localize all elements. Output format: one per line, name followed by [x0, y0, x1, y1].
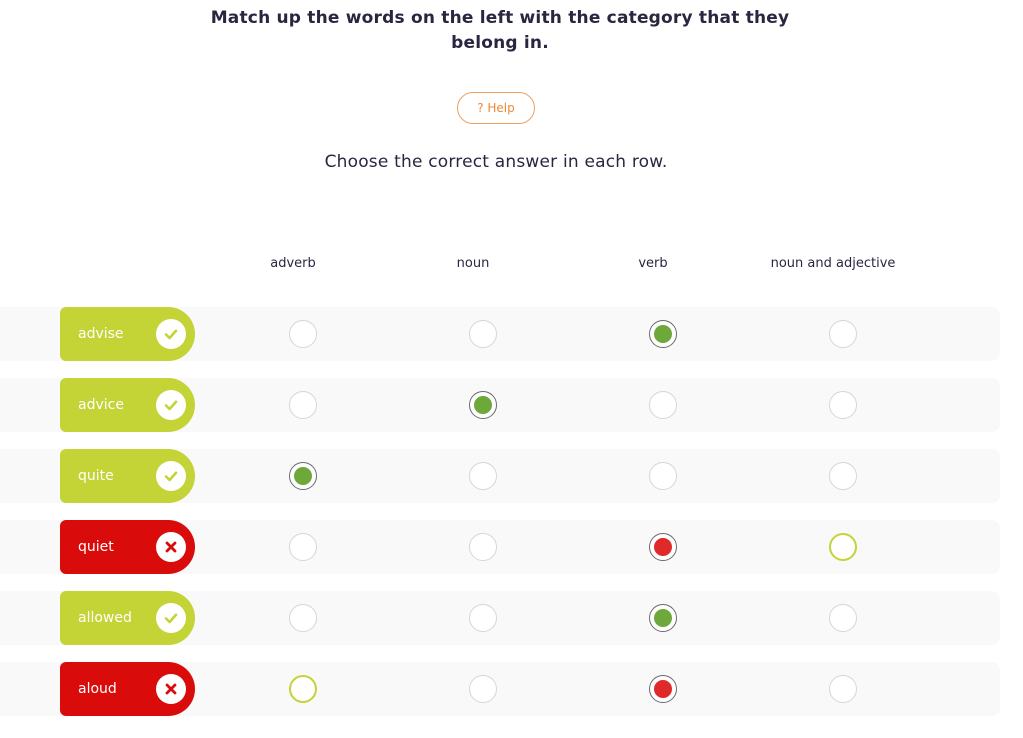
answer-radio[interactable] [289, 462, 317, 490]
column-header-noun-and-adjective: noun and adjective [770, 256, 896, 271]
answer-radio[interactable] [649, 320, 677, 348]
word-text: allowed [78, 610, 132, 626]
answer-radio[interactable] [829, 533, 857, 561]
answer-radio[interactable] [469, 675, 497, 703]
word-label: allowed [60, 591, 195, 645]
word-text: quite [78, 468, 114, 484]
word-label: quiet [60, 520, 195, 574]
answer-radio[interactable] [289, 604, 317, 632]
word-text: advise [78, 326, 124, 342]
answer-radio[interactable] [289, 320, 317, 348]
column-header-verb: verb [638, 256, 668, 271]
instruction-text: Match up the words on the left with the … [210, 8, 790, 53]
answer-row: aloud [0, 662, 1000, 716]
answer-radio[interactable] [649, 533, 677, 561]
answer-radio[interactable] [469, 533, 497, 561]
answer-radio[interactable] [829, 604, 857, 632]
answer-radio[interactable] [829, 391, 857, 419]
word-label: aloud [60, 662, 195, 716]
help-button[interactable]: ? Help [457, 92, 535, 124]
word-text: quiet [78, 539, 114, 555]
answer-radio[interactable] [649, 675, 677, 703]
check-icon [156, 603, 186, 633]
answer-row: advise [0, 307, 1000, 361]
answer-radio[interactable] [469, 391, 497, 419]
word-label: advice [60, 378, 195, 432]
answer-radio[interactable] [649, 604, 677, 632]
answer-row: allowed [0, 591, 1000, 645]
word-text: advice [78, 397, 124, 413]
cross-icon [156, 532, 186, 562]
answer-radio[interactable] [469, 462, 497, 490]
answer-radio[interactable] [289, 391, 317, 419]
word-label: quite [60, 449, 195, 503]
column-header-noun: noun [456, 256, 490, 271]
answer-radio[interactable] [649, 391, 677, 419]
column-header-adverb: adverb [270, 256, 316, 271]
answer-radio[interactable] [829, 320, 857, 348]
answer-row: quiet [0, 520, 1000, 574]
word-text: aloud [78, 681, 117, 697]
answer-radio[interactable] [469, 604, 497, 632]
answer-radio[interactable] [649, 462, 677, 490]
answer-radio[interactable] [829, 675, 857, 703]
check-icon [156, 319, 186, 349]
word-label: advise [60, 307, 195, 361]
answer-radio[interactable] [289, 675, 317, 703]
check-icon [156, 461, 186, 491]
check-icon [156, 390, 186, 420]
answer-radio[interactable] [289, 533, 317, 561]
cross-icon [156, 674, 186, 704]
answer-radio[interactable] [829, 462, 857, 490]
answer-row: quite [0, 449, 1000, 503]
answer-row: advice [0, 378, 1000, 432]
answer-radio[interactable] [469, 320, 497, 348]
prompt-text: Choose the correct answer in each row. [324, 152, 668, 172]
